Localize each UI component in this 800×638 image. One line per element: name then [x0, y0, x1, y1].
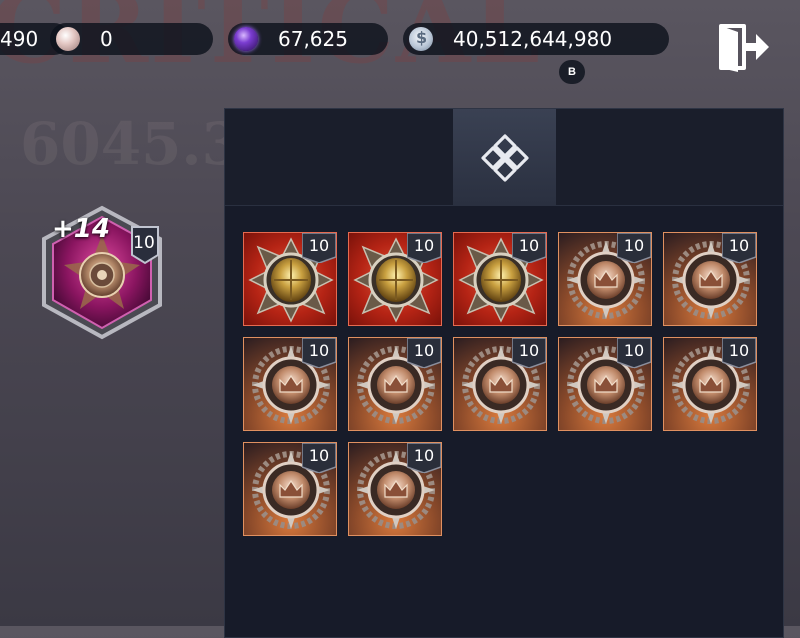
knot-emblem-icon — [481, 134, 529, 182]
item-level: 10 — [413, 340, 435, 360]
item-level-badge: 10 — [406, 233, 441, 264]
item-slot[interactable]: 10 — [558, 232, 652, 326]
item-slot[interactable]: 10 — [663, 232, 757, 326]
exit-icon[interactable] — [718, 22, 770, 72]
item-level-badge: 10 — [511, 338, 546, 369]
silver-coin-icon — [409, 27, 433, 51]
character-bonus: +14 — [52, 214, 110, 244]
item-level: 10 — [413, 235, 435, 255]
item-level-badge: 10 — [301, 233, 336, 264]
item-level-badge: 10 — [721, 233, 756, 264]
item-level-badge: 10 — [721, 338, 756, 369]
item-slot[interactable]: 10 — [348, 442, 442, 536]
item-slot[interactable]: 10 — [243, 442, 337, 536]
item-level: 10 — [518, 235, 540, 255]
item-slot[interactable]: 10 — [453, 232, 547, 326]
item-level: 10 — [308, 235, 330, 255]
item-slot[interactable]: 10 — [243, 337, 337, 431]
item-level-badge: 10 — [511, 233, 546, 264]
item-level: 10 — [413, 445, 435, 465]
tab-emblem[interactable] — [453, 109, 556, 205]
item-level-badge: 10 — [301, 443, 336, 474]
currency-value: 67,625 — [278, 27, 348, 51]
currency-value: 0 — [100, 27, 113, 51]
item-level: 10 — [518, 340, 540, 360]
item-level: 10 — [728, 340, 750, 360]
item-slot[interactable]: 10 — [558, 337, 652, 431]
purple-orb-icon — [234, 27, 258, 51]
item-slot[interactable]: 10 — [243, 232, 337, 326]
item-level-badge: 10 — [406, 443, 441, 474]
currency-value: 490 — [0, 27, 39, 51]
currency-unit-badge: B — [559, 60, 585, 84]
inventory-panel: 10 10 10 10 10 10 10 10 10 10 10 10 — [224, 108, 784, 638]
item-level-badge: 10 — [406, 338, 441, 369]
currency-purple-orb[interactable]: 67,625 — [228, 23, 388, 55]
item-level: 10 — [728, 235, 750, 255]
item-level: 10 — [308, 445, 330, 465]
item-level-badge: 10 — [616, 338, 651, 369]
character-level: 10 — [133, 233, 155, 253]
item-slot[interactable]: 10 — [348, 232, 442, 326]
item-slot[interactable]: 10 — [663, 337, 757, 431]
item-slot[interactable]: 10 — [453, 337, 547, 431]
item-slot[interactable]: 10 — [348, 337, 442, 431]
item-level-badge: 10 — [616, 233, 651, 264]
item-level: 10 — [623, 235, 645, 255]
pearl-icon — [56, 27, 80, 51]
item-level: 10 — [308, 340, 330, 360]
currency-value: 40,512,644,980 — [453, 27, 613, 51]
currency-silver[interactable]: 40,512,644,980 — [403, 23, 669, 55]
item-level: 10 — [623, 340, 645, 360]
background-number-text: 6045.3 — [20, 110, 242, 178]
item-level-badge: 10 — [301, 338, 336, 369]
currency-pearl[interactable]: 0 — [50, 23, 213, 55]
